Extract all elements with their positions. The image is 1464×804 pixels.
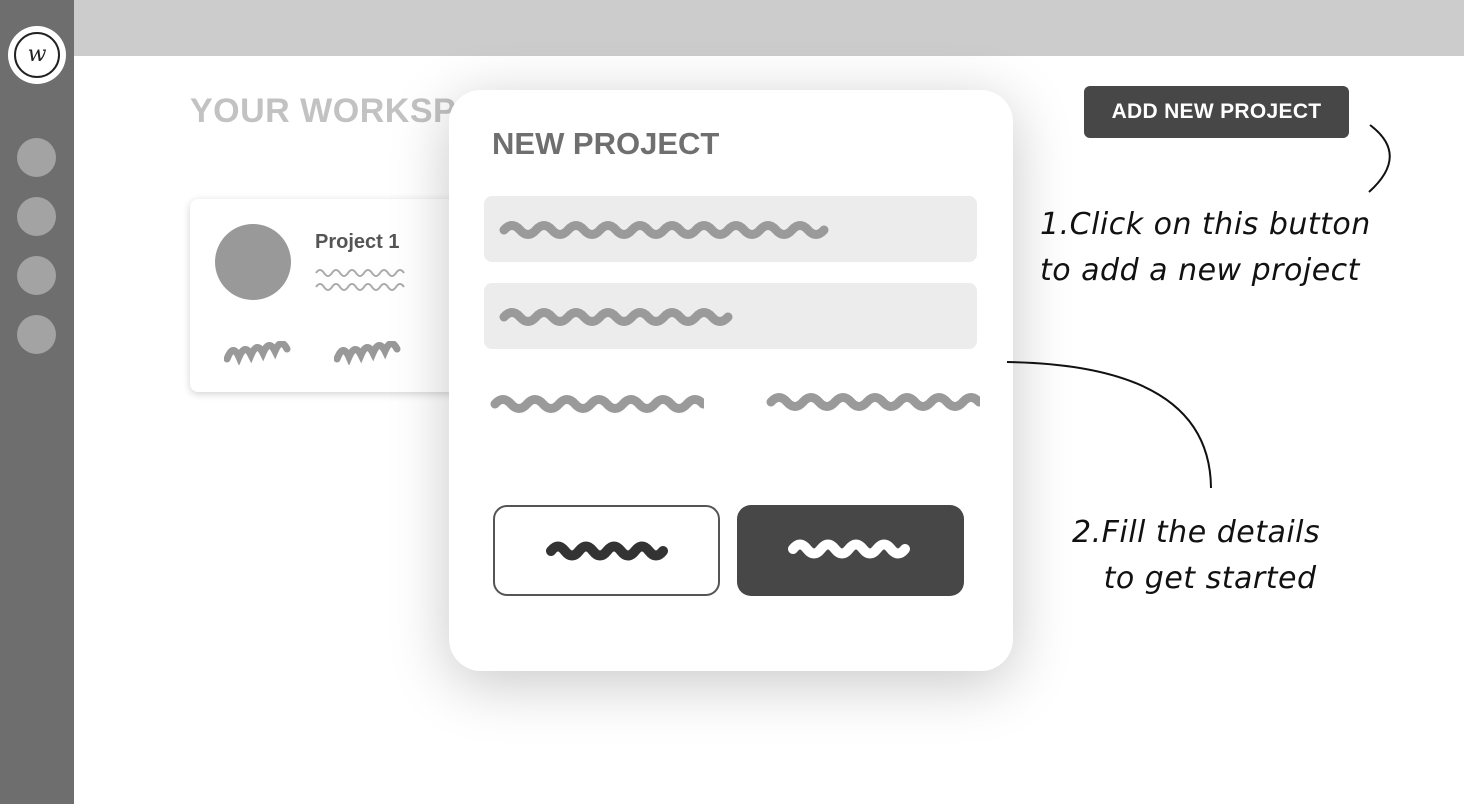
- modal-title: NEW PROJECT: [492, 126, 720, 161]
- project-meta-placeholder-2: [334, 341, 401, 365]
- logo-letter: w: [27, 42, 47, 67]
- annotation-step-1: 1.Click on this button to add a new proj…: [1040, 207, 1371, 288]
- option-placeholder-left[interactable]: [489, 392, 704, 416]
- input-placeholder-scribble: [499, 221, 829, 239]
- project-description-placeholder: [315, 269, 405, 291]
- project-title: Project 1: [315, 231, 400, 253]
- new-project-modal: NEW PROJECT: [449, 90, 1013, 671]
- option-placeholder-right[interactable]: [765, 390, 980, 414]
- input-placeholder-scribble: [499, 308, 733, 326]
- sidebar-item-3[interactable]: [17, 256, 56, 295]
- add-new-project-button[interactable]: ADD NEW PROJECT: [1084, 86, 1349, 138]
- annotation-step-2: 2.Fill the details to get started: [1072, 515, 1321, 596]
- project-avatar: [215, 224, 291, 300]
- sidebar: w: [0, 0, 74, 804]
- project-name-input[interactable]: [484, 196, 977, 262]
- logo-mark: w: [14, 32, 60, 78]
- top-bar: [74, 0, 1464, 56]
- create-button[interactable]: [737, 505, 964, 596]
- app-logo[interactable]: w: [8, 26, 66, 84]
- button-label-scribble: [546, 541, 668, 561]
- sidebar-item-1[interactable]: [17, 138, 56, 177]
- project-card[interactable]: Project 1: [190, 199, 490, 392]
- sidebar-item-4[interactable]: [17, 315, 56, 354]
- project-description-input[interactable]: [484, 283, 977, 349]
- project-meta-placeholder-1: [224, 341, 291, 365]
- sidebar-item-2[interactable]: [17, 197, 56, 236]
- button-label-scribble: [788, 539, 910, 559]
- cancel-button[interactable]: [493, 505, 720, 596]
